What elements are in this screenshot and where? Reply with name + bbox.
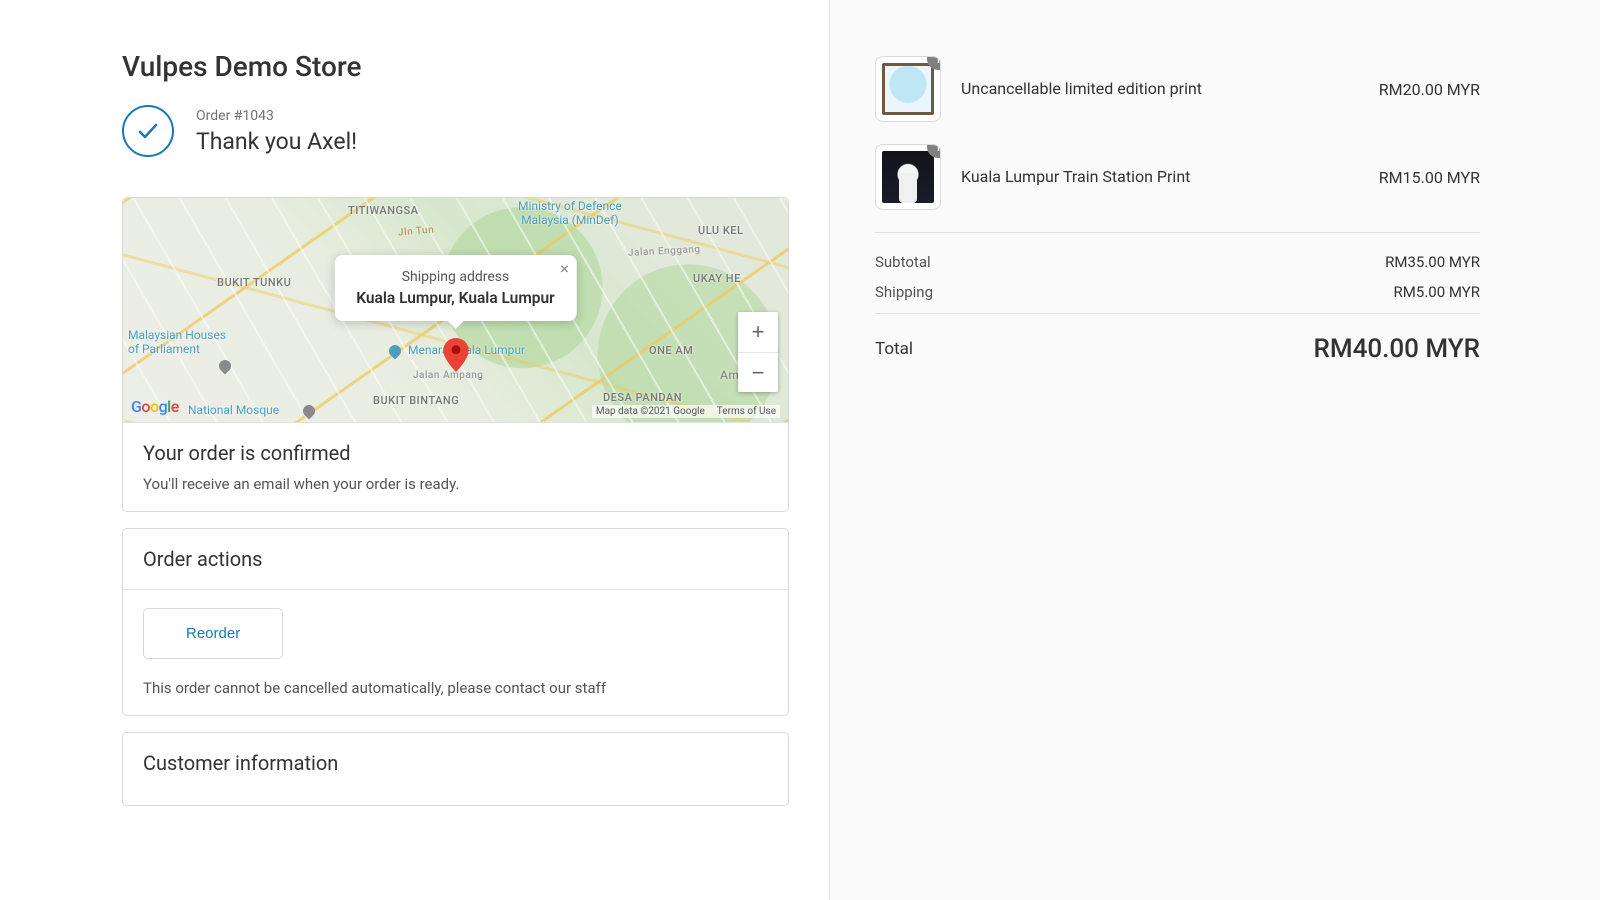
- item-name: Kuala Lumpur Train Station Print: [961, 166, 1359, 188]
- order-actions-title: Order actions: [143, 547, 768, 571]
- order-confirmed-card: TITIWANGSA BUKIT TUNKU BUKIT BINTANG ULU…: [122, 197, 789, 512]
- map-road-label: Jln Tun: [398, 224, 435, 238]
- subtotal-value: RM35.00 MYR: [1385, 253, 1480, 271]
- google-logo: Google: [131, 397, 179, 416]
- map-label: UKAY HE: [693, 272, 741, 285]
- item-thumb: 1: [875, 56, 941, 122]
- cancel-note: This order cannot be cancelled automatic…: [143, 679, 768, 697]
- map-terms-link[interactable]: Terms of Use: [717, 406, 776, 417]
- map-road-label: Jalan Enggang: [628, 244, 701, 259]
- thank-you-text: Thank you Axel!: [196, 128, 357, 155]
- shipping-map[interactable]: TITIWANGSA BUKIT TUNKU BUKIT BINTANG ULU…: [123, 198, 788, 423]
- shipping-value: RM5.00 MYR: [1394, 283, 1480, 301]
- reorder-button[interactable]: Reorder: [143, 608, 283, 659]
- zoom-out-button[interactable]: −: [738, 352, 778, 392]
- check-circle-icon: [122, 105, 174, 157]
- shipping-label: Shipping: [875, 283, 933, 301]
- divider: [875, 232, 1480, 233]
- line-item: 1 Uncancellable limited edition print RM…: [875, 56, 1480, 122]
- total-value: RM40.00 MYR: [1313, 334, 1480, 364]
- map-label: BUKIT BINTANG: [373, 394, 459, 407]
- map-label: DESA PANDAN: [603, 391, 682, 404]
- map-poi: Ministry of Defence Malaysia (MinDef): [518, 199, 622, 227]
- item-price: RM15.00 MYR: [1379, 168, 1480, 187]
- customer-info-title: Customer information: [143, 751, 768, 775]
- map-poi-icon: [387, 343, 404, 360]
- map-poi: National Mosque: [188, 403, 279, 417]
- thank-you-header: Order #1043 Thank you Axel!: [122, 105, 789, 157]
- line-item: 1 Kuala Lumpur Train Station Print RM15.…: [875, 144, 1480, 210]
- item-name: Uncancellable limited edition print: [961, 78, 1359, 100]
- order-summary-sidebar: 1 Uncancellable limited edition print RM…: [830, 0, 1600, 900]
- map-poi-icon: [217, 358, 234, 375]
- divider: [875, 313, 1480, 314]
- store-name[interactable]: Vulpes Demo Store: [122, 50, 789, 83]
- map-label: BUKIT TUNKU: [217, 276, 291, 289]
- zoom-in-button[interactable]: +: [738, 312, 778, 352]
- map-data-attrib: Map data ©2021 Google: [596, 406, 705, 417]
- subtotal-row: Subtotal RM35.00 MYR: [875, 253, 1480, 271]
- map-pin-icon: [443, 338, 469, 376]
- item-thumb: 1: [875, 144, 941, 210]
- map-poi: Malaysian Houses of Parliament: [128, 328, 226, 356]
- map-address-popover: × Shipping address Kuala Lumpur, Kuala L…: [334, 255, 576, 321]
- confirm-title: Your order is confirmed: [143, 441, 768, 465]
- order-actions-card: Order actions Reorder This order cannot …: [122, 528, 789, 716]
- close-icon[interactable]: ×: [560, 261, 569, 277]
- popover-address: Kuala Lumpur, Kuala Lumpur: [356, 289, 554, 307]
- total-label: Total: [875, 339, 913, 359]
- map-label: ONE AM: [649, 344, 693, 357]
- map-poi-icon: [301, 403, 318, 420]
- customer-info-card: Customer information: [122, 732, 789, 806]
- confirm-subtitle: You'll receive an email when your order …: [143, 475, 768, 493]
- map-label: TITIWANGSA: [348, 204, 418, 217]
- item-price: RM20.00 MYR: [1379, 80, 1480, 99]
- map-zoom-controls: + −: [738, 312, 778, 392]
- total-row: Total RM40.00 MYR: [875, 334, 1480, 364]
- subtotal-label: Subtotal: [875, 253, 931, 271]
- order-number: Order #1043: [196, 108, 357, 124]
- map-attribution: Map data ©2021 Google Terms of Use: [592, 405, 780, 418]
- shipping-row: Shipping RM5.00 MYR: [875, 283, 1480, 301]
- map-label: ULU KEL: [698, 224, 743, 237]
- popover-label: Shipping address: [356, 269, 554, 285]
